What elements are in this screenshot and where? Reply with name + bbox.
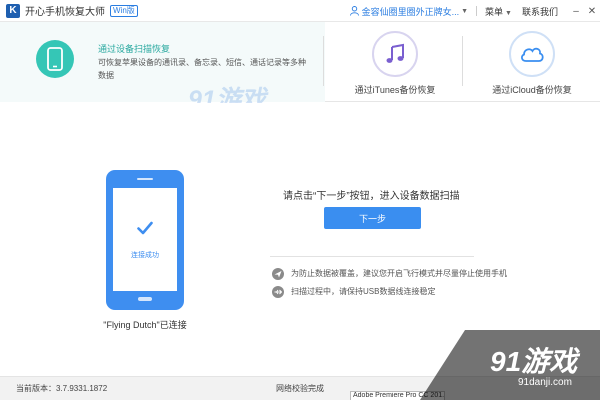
cloud-icon [509, 31, 555, 77]
close-button[interactable]: ✕ [584, 6, 600, 17]
divider [323, 36, 324, 86]
tip-usb-connection: 扫描过程中，请保持USB数据线连接稳定 [272, 285, 435, 298]
app-title: 开心手机恢复大师 [25, 7, 105, 18]
tip-airplane-mode: 为防止数据被覆盖，建议您开启飞行模式并尽量停止使用手机 [272, 267, 507, 280]
menu-button[interactable]: 菜单 ▼ [485, 5, 512, 18]
phone-screen: 连接成功 [113, 188, 177, 291]
scan-prompt: 请点击“下一步”按钮，进入设备数据扫描 [283, 191, 460, 202]
version-label: 当前版本：3.7.9331.1872 [16, 384, 108, 393]
mode-device-description: 可恢复苹果设备的通讯录、备忘录、短信、通话记录等多种数据 [98, 58, 306, 80]
user-account[interactable]: 金容仙圈里圈外正牌女... [362, 5, 460, 18]
divider [270, 256, 474, 257]
phone-illustration: 连接成功 [106, 170, 184, 310]
next-button[interactable]: 下一步 [324, 207, 421, 229]
network-status: 网络校验完成 [276, 384, 324, 393]
music-note-icon [372, 31, 418, 77]
phone-icon [36, 40, 74, 78]
airplane-icon [272, 267, 284, 280]
chevron-down-icon: ▼ [505, 9, 512, 17]
user-icon [349, 6, 359, 16]
device-connected-label: "Flying Dutch"已连接 [103, 320, 187, 330]
mode-device-title: 通过设备扫描恢复 [98, 44, 171, 54]
minimize-button[interactable]: – [568, 6, 584, 17]
divider [476, 6, 478, 16]
recovery-mode-bar: 通过设备扫描恢复 可恢复苹果设备的通讯录、备忘录、短信、通话记录等多种数据 通过… [0, 22, 600, 119]
connection-success-text: 连接成功 [131, 252, 159, 259]
edition-badge: Win版 [110, 4, 138, 17]
mode-icloud-backup[interactable]: 通过iCloud备份恢复 [472, 22, 592, 102]
tip-text: 扫描过程中，请保持USB数据线连接稳定 [291, 287, 436, 296]
phone-speaker [137, 178, 153, 180]
title-bar: K 开心手机恢复大师 Win版 金容仙圈里圈外正牌女... ▼ 菜单 ▼ 联系我们… [0, 0, 600, 22]
watermark-url: 91danji.com [518, 377, 572, 388]
chevron-down-icon[interactable]: ▼ [461, 8, 468, 15]
contact-us-link[interactable]: 联系我们 [522, 5, 558, 18]
app-logo: K [6, 3, 20, 18]
mode-itunes-label: 通过iTunes备份恢复 [354, 85, 436, 95]
tip-text: 为防止数据被覆盖，建议您开启飞行模式并尽量停止使用手机 [291, 269, 507, 278]
mode-icloud-label: 通过iCloud备份恢复 [492, 85, 572, 95]
checkmark-icon [137, 221, 153, 235]
usb-icon [272, 285, 284, 298]
divider [462, 36, 463, 86]
mode-itunes-backup[interactable]: 通过iTunes备份恢复 [335, 22, 455, 102]
menu-label: 菜单 [485, 6, 504, 17]
watermark-text: 91游戏 [490, 346, 578, 377]
phone-home-button [138, 297, 152, 301]
